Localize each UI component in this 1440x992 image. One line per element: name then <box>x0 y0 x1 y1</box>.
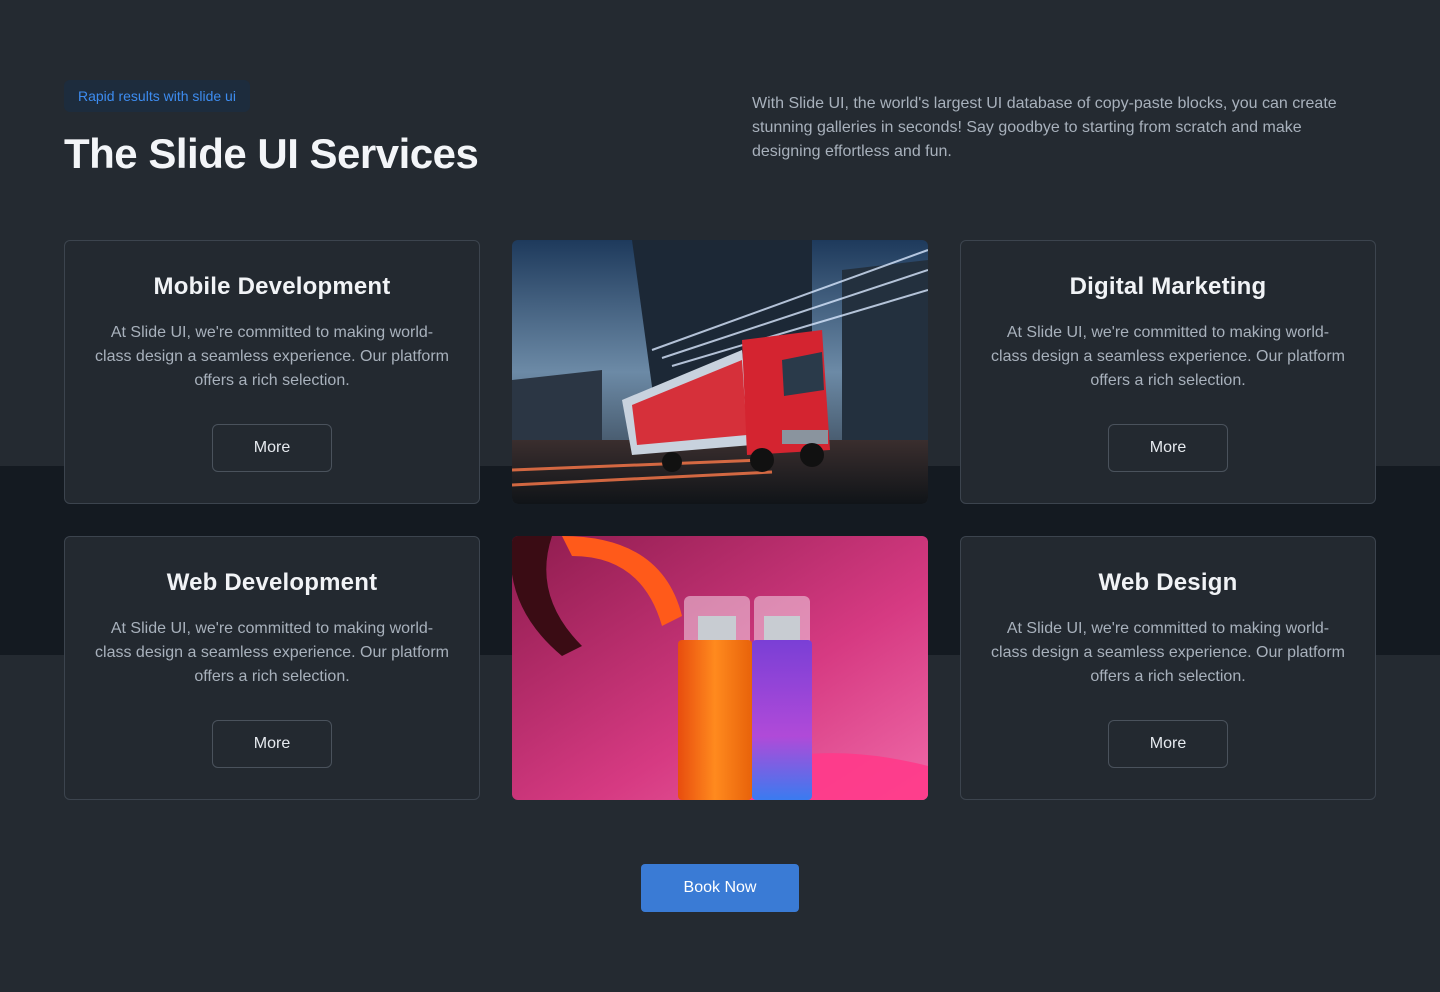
more-button[interactable]: More <box>212 720 332 768</box>
eyebrow-badge: Rapid results with slide ui <box>64 80 250 112</box>
service-card-web-design: Web Design At Slide UI, we're committed … <box>960 536 1376 800</box>
service-card-title: Mobile Development <box>153 273 391 300</box>
book-now-button[interactable]: Book Now <box>641 864 799 912</box>
service-card-text: At Slide UI, we're committed to making w… <box>991 324 1345 389</box>
section-header: Rapid results with slide ui The Slide UI… <box>64 80 1376 190</box>
service-card-text: At Slide UI, we're committed to making w… <box>95 324 449 389</box>
more-button[interactable]: More <box>1108 720 1228 768</box>
service-card-title: Digital Marketing <box>1069 273 1267 300</box>
truck-image <box>512 240 928 504</box>
intro-description: With Slide UI, the world's largest UI da… <box>752 95 1337 160</box>
service-card-title: Web Design <box>1098 569 1238 596</box>
page-title: The Slide UI Services <box>64 130 479 177</box>
service-card-text: At Slide UI, we're committed to making w… <box>95 620 449 685</box>
more-button[interactable]: More <box>1108 424 1228 472</box>
service-card-web-development: Web Development At Slide UI, we're commi… <box>64 536 480 800</box>
bottles-image <box>512 536 928 800</box>
more-button[interactable]: More <box>212 424 332 472</box>
service-card-text: At Slide UI, we're committed to making w… <box>991 620 1345 685</box>
service-card-digital-marketing: Digital Marketing At Slide UI, we're com… <box>960 240 1376 504</box>
service-card-title: Web Development <box>166 569 378 596</box>
service-card-mobile-development: Mobile Development At Slide UI, we're co… <box>64 240 480 504</box>
